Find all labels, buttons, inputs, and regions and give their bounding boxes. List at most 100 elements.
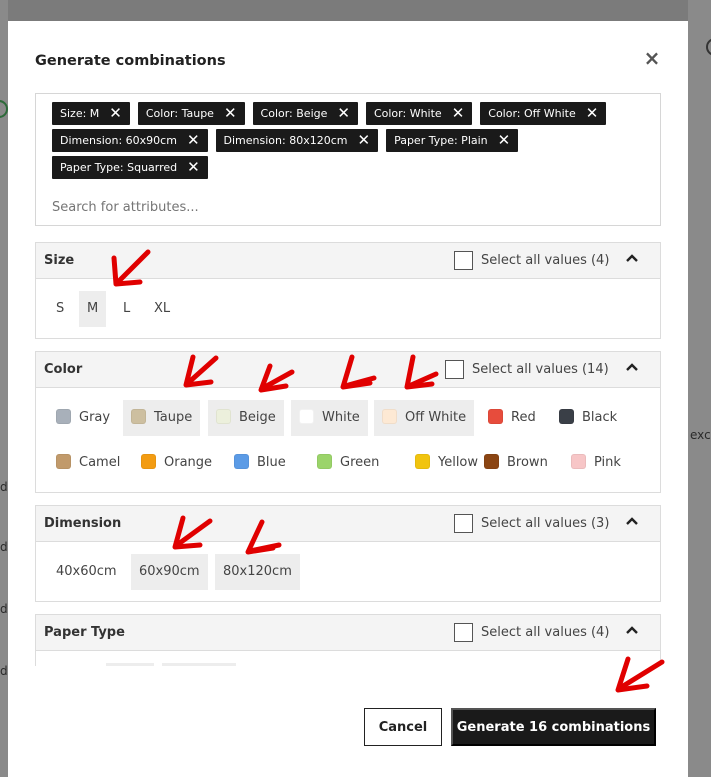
- color-swatch: [382, 409, 397, 424]
- color-swatch: [484, 454, 499, 469]
- tag-label: Color: Beige: [260, 107, 328, 120]
- paper-type-section: Paper Type Select all values (4): [35, 614, 661, 666]
- remove-tag-icon[interactable]: ✕: [337, 102, 350, 125]
- chevron-up-icon[interactable]: [624, 251, 640, 267]
- size-section-header: Size Select all values (4): [36, 243, 660, 279]
- color-section: Color Select all values (14) Gray Taupe Be…: [35, 351, 661, 493]
- color-value-chip[interactable]: Red: [480, 400, 544, 436]
- tag-label: Color: Taupe: [145, 107, 214, 120]
- remove-tag-icon[interactable]: ✕: [357, 129, 370, 152]
- color-value-chip[interactable]: Off White: [374, 400, 475, 436]
- color-value-chip[interactable]: Taupe: [123, 400, 201, 436]
- color-swatch: [415, 454, 430, 469]
- color-value-chip[interactable]: Camel: [48, 445, 128, 481]
- chevron-up-icon[interactable]: [624, 360, 640, 376]
- checkbox[interactable]: [454, 514, 473, 533]
- color-value-chip[interactable]: Brown: [476, 445, 556, 481]
- tag-label: Color: Off White: [488, 107, 576, 120]
- tag-label: Dimension: 80x120cm: [223, 134, 348, 147]
- color-swatch: [559, 409, 574, 424]
- modal-title: Generate combinations: [35, 53, 226, 69]
- color-value-chip[interactable]: Pink: [563, 445, 629, 481]
- checkbox[interactable]: [454, 623, 473, 642]
- color-value-chip[interactable]: Orange: [133, 445, 220, 481]
- color-value-label: Orange: [164, 455, 213, 470]
- checkbox[interactable]: [445, 360, 464, 379]
- background-text: d: [0, 480, 8, 494]
- remove-tag-icon[interactable]: ✕: [187, 156, 200, 179]
- section-title: Paper Type: [44, 625, 125, 640]
- remove-tag-icon[interactable]: ✕: [109, 102, 122, 125]
- color-value-label: Brown: [507, 455, 548, 470]
- remove-tag-icon[interactable]: ✕: [498, 129, 511, 152]
- selected-tags: Size: M ✕ Color: Taupe ✕ Color: Beige ✕ Color:…: [52, 102, 652, 179]
- size-value-chip[interactable]: XL: [146, 291, 178, 327]
- generate-combinations-modal: Generate combinations × Size: M ✕ Color: T…: [8, 21, 688, 777]
- color-swatch: [56, 454, 71, 469]
- generate-combinations-button[interactable]: Generate 16 combinations: [451, 708, 656, 746]
- color-value-chip[interactable]: White: [291, 400, 368, 436]
- dimension-value-chip[interactable]: 80x120cm: [215, 554, 300, 590]
- color-value-chip[interactable]: Green: [309, 445, 387, 481]
- background-text: d: [0, 602, 8, 616]
- select-all-paper-type[interactable]: Select all values (4): [454, 623, 609, 642]
- background-page-right: [688, 0, 711, 777]
- close-icon[interactable]: ×: [642, 48, 662, 68]
- chevron-up-icon[interactable]: [624, 514, 640, 530]
- color-value-chip[interactable]: Beige: [208, 400, 284, 436]
- size-section: Size Select all values (4) S M L XL: [35, 242, 661, 339]
- color-value-chip[interactable]: Gray: [48, 400, 118, 436]
- select-all-color[interactable]: Select all values (14): [445, 360, 609, 379]
- cancel-button[interactable]: Cancel: [364, 708, 442, 746]
- tag-label: Paper Type: Plain: [394, 134, 488, 147]
- select-all-dimension[interactable]: Select all values (3): [454, 514, 609, 533]
- color-value-chip[interactable]: Yellow: [407, 445, 486, 481]
- tag-label: Size: M: [60, 107, 100, 120]
- paper-type-value-chip[interactable]: [162, 663, 236, 666]
- color-value-label: Beige: [239, 410, 276, 425]
- select-all-size[interactable]: Select all values (4): [454, 251, 609, 270]
- color-swatch: [488, 409, 503, 424]
- size-value-chip[interactable]: L: [115, 291, 138, 327]
- remove-tag-icon[interactable]: ✕: [224, 102, 237, 125]
- attribute-tag: Paper Type: Squarred ✕: [52, 156, 208, 179]
- paper-type-value-chip[interactable]: [106, 663, 154, 666]
- select-all-label: Select all values (4): [481, 253, 610, 268]
- remove-tag-icon[interactable]: ✕: [187, 129, 200, 152]
- tag-label: Paper Type: Squarred: [60, 161, 178, 174]
- chevron-up-icon[interactable]: [624, 623, 640, 639]
- color-value-label: Pink: [594, 455, 621, 470]
- select-all-label: Select all values (3): [481, 516, 610, 531]
- attribute-tag: Color: White ✕: [365, 102, 473, 125]
- color-section-header: Color Select all values (14): [36, 352, 660, 388]
- color-swatch: [571, 454, 586, 469]
- color-value-label: White: [322, 410, 360, 425]
- attribute-tag: Dimension: 60x90cm ✕: [52, 129, 208, 152]
- color-value-chip[interactable]: Black: [551, 400, 625, 436]
- attribute-tag-input[interactable]: Size: M ✕ Color: Taupe ✕ Color: Beige ✕ Color:…: [35, 93, 661, 226]
- color-value-label: Taupe: [154, 410, 193, 425]
- color-swatch: [131, 409, 146, 424]
- tag-label: Color: White: [373, 107, 442, 120]
- remove-tag-icon[interactable]: ✕: [586, 102, 599, 125]
- dimension-value-chip[interactable]: 60x90cm: [131, 554, 208, 590]
- section-title: Dimension: [44, 516, 122, 531]
- section-title: Size: [44, 253, 75, 268]
- size-value-chip[interactable]: M: [79, 291, 107, 327]
- color-swatch: [56, 409, 71, 424]
- size-value-chip[interactable]: S: [48, 291, 72, 327]
- dimension-value-chip[interactable]: 40x60cm: [48, 554, 125, 590]
- checkbox[interactable]: [454, 251, 473, 270]
- color-swatch: [317, 454, 332, 469]
- background-column-header: exc: [690, 428, 711, 442]
- attribute-search-input[interactable]: [52, 200, 452, 215]
- remove-tag-icon[interactable]: ✕: [452, 102, 465, 125]
- paper-type-section-header: Paper Type Select all values (4): [36, 615, 660, 651]
- color-swatch: [299, 409, 314, 424]
- color-value-label: Gray: [79, 410, 111, 425]
- attribute-tag: Size: M ✕: [52, 102, 130, 125]
- tag-label: Dimension: 60x90cm: [60, 134, 177, 147]
- color-swatch: [216, 409, 231, 424]
- color-value-label: Black: [582, 410, 618, 425]
- color-value-chip[interactable]: Blue: [226, 445, 294, 481]
